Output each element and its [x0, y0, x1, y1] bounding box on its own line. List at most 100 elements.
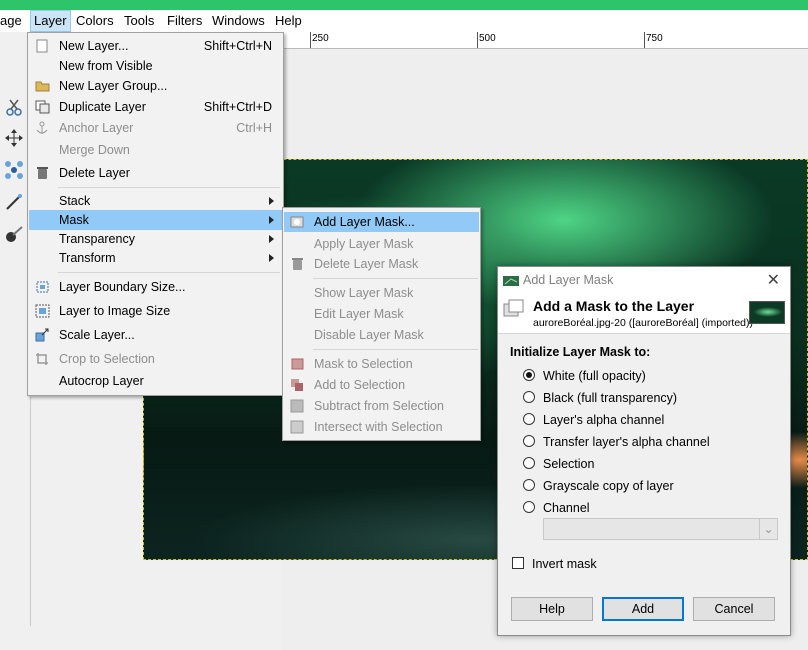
checkbox-label: Invert mask: [532, 557, 597, 571]
menu-item-anchor-layer[interactable]: Anchor Layer Ctrl+H: [29, 118, 282, 138]
menu-item-add-layer-mask[interactable]: Add Layer Mask...: [284, 212, 479, 232]
menu-item-label: Duplicate Layer: [59, 100, 146, 114]
menu-item-edit-layer-mask[interactable]: Edit Layer Mask: [284, 304, 479, 324]
menu-layer[interactable]: Layer: [30, 10, 71, 32]
channel-select[interactable]: ⌄: [543, 518, 778, 540]
menu-image[interactable]: age: [0, 13, 22, 28]
submenu-arrow-icon: [269, 216, 274, 224]
menu-tools[interactable]: Tools: [124, 13, 154, 28]
menu-item-new-layer[interactable]: New Layer... Shift+Ctrl+N: [29, 36, 282, 56]
menu-item-layer-boundary-size[interactable]: Layer Boundary Size...: [29, 277, 282, 297]
layer-thumbnail: [749, 301, 785, 324]
menu-item-duplicate-layer[interactable]: Duplicate Layer Shift+Ctrl+D: [29, 97, 282, 117]
menu-item-label: Layer Boundary Size...: [59, 280, 186, 294]
radio-button[interactable]: [523, 457, 535, 469]
menu-item-crop-to-selection[interactable]: Crop to Selection: [29, 349, 282, 369]
menu-item-mask-to-selection[interactable]: Mask to Selection: [284, 354, 479, 374]
menu-item-transparency[interactable]: Transparency: [29, 229, 282, 249]
menu-windows[interactable]: Windows: [212, 13, 265, 28]
menu-item-stack[interactable]: Stack: [29, 191, 282, 211]
dialog-window-title: Add Layer Mask: [523, 273, 614, 287]
menu-item-label: New Layer Group...: [59, 79, 168, 93]
menu-separator: [313, 278, 478, 279]
menu-item-add-to-selection[interactable]: Add to Selection: [284, 375, 479, 395]
menu-item-label: Apply Layer Mask: [314, 237, 414, 251]
menu-item-label: Layer to Image Size: [59, 304, 171, 318]
menu-item-delete-layer-mask[interactable]: Delete Layer Mask: [284, 254, 479, 274]
menu-item-show-layer-mask[interactable]: Show Layer Mask: [284, 283, 479, 303]
menu-item-delete-layer[interactable]: Delete Layer: [29, 163, 282, 183]
menu-filters[interactable]: Filters: [167, 13, 202, 28]
help-button[interactable]: Help: [511, 597, 593, 621]
menu-item-shortcut: Ctrl+H: [236, 121, 272, 135]
menu-item-label: Show Layer Mask: [314, 286, 414, 300]
menu-separator: [58, 272, 280, 273]
checkbox[interactable]: [512, 557, 524, 569]
menu-item-mask[interactable]: Mask: [29, 210, 282, 230]
layer-mask-icon: [503, 299, 525, 322]
pen-tool-icon[interactable]: [4, 192, 24, 212]
menu-item-label: Disable Layer Mask: [314, 328, 424, 342]
radio-button[interactable]: [523, 369, 535, 381]
cancel-button[interactable]: Cancel: [693, 597, 775, 621]
radio-button[interactable]: [523, 435, 535, 447]
menu-colors[interactable]: Colors: [76, 13, 114, 28]
layer-menu: New Layer... Shift+Ctrl+N New from Visib…: [27, 32, 284, 396]
menu-item-label: Edit Layer Mask: [314, 307, 404, 321]
menu-item-shortcut: Shift+Ctrl+D: [203, 100, 272, 114]
dialog-header-title: Add a Mask to the Layer: [533, 298, 695, 314]
menu-item-apply-layer-mask[interactable]: Apply Layer Mask: [284, 234, 479, 254]
duplicate-icon: [35, 100, 50, 114]
menu-item-subtract-from-selection[interactable]: Subtract from Selection: [284, 396, 479, 416]
transform-tool-icon[interactable]: [4, 160, 24, 180]
ruler-tick: [310, 32, 311, 48]
menu-item-intersect-with-selection[interactable]: Intersect with Selection: [284, 417, 479, 437]
menu-item-label: Autocrop Layer: [59, 374, 144, 388]
menu-item-transform[interactable]: Transform: [29, 248, 282, 268]
trash-icon: [35, 166, 50, 180]
menu-item-label: Delete Layer: [59, 166, 130, 180]
menu-item-autocrop-layer[interactable]: Autocrop Layer: [29, 371, 282, 391]
submenu-arrow-icon: [269, 254, 274, 262]
menu-item-merge-down[interactable]: Merge Down: [29, 140, 282, 160]
menu-item-label: Mask: [59, 213, 89, 227]
menu-item-label: Subtract from Selection: [314, 399, 444, 413]
horizontal-ruler: 250 500 750: [282, 32, 808, 49]
menu-item-scale-layer[interactable]: Scale Layer...: [29, 325, 282, 345]
menu-item-layer-to-image-size[interactable]: Layer to Image Size: [29, 301, 282, 321]
move-tool-icon[interactable]: [4, 128, 24, 148]
menu-separator: [58, 187, 280, 188]
menu-item-label: Crop to Selection: [59, 352, 155, 366]
menu-item-new-from-visible[interactable]: New from Visible: [29, 56, 282, 76]
radio-button[interactable]: [523, 413, 535, 425]
close-icon[interactable]: ✕: [767, 270, 780, 290]
window-titlebar: [0, 0, 808, 10]
brush-tool-icon[interactable]: [4, 224, 24, 244]
radio-button[interactable]: [523, 501, 535, 513]
crop-icon: [35, 352, 50, 366]
menu-item-new-layer-group[interactable]: New Layer Group...: [29, 76, 282, 96]
menu-item-label: Add to Selection: [314, 378, 406, 392]
radio-label: Channel: [543, 501, 590, 515]
menu-item-label: Delete Layer Mask: [314, 257, 419, 271]
section-label: Initialize Layer Mask to:: [510, 345, 651, 359]
ruler-tick: [644, 32, 645, 48]
radio-label: Layer's alpha channel: [543, 413, 665, 427]
radio-label: Selection: [543, 457, 595, 471]
radio-button[interactable]: [523, 479, 535, 491]
dialog-header: Add a Mask to the Layer auroreBoréal.jpg…: [498, 293, 790, 334]
trash-icon: [290, 257, 305, 271]
anchor-icon: [35, 121, 50, 135]
menu-item-label: Scale Layer...: [59, 328, 135, 342]
add-button[interactable]: Add: [602, 597, 684, 621]
dialog-titlebar[interactable]: Add Layer Mask ✕: [498, 267, 790, 293]
dialog-header-subtitle: auroreBoréal.jpg-20 ([auroreBoréal] (imp…: [533, 317, 754, 329]
scissors-select-icon[interactable]: [4, 98, 24, 118]
submenu-arrow-icon: [269, 197, 274, 205]
menu-help[interactable]: Help: [275, 13, 302, 28]
gimp-app-icon: [503, 275, 519, 289]
menu-item-disable-layer-mask[interactable]: Disable Layer Mask: [284, 325, 479, 345]
menu-item-label: Mask to Selection: [314, 357, 413, 371]
add-mask-icon: [290, 215, 305, 229]
radio-button[interactable]: [523, 391, 535, 403]
